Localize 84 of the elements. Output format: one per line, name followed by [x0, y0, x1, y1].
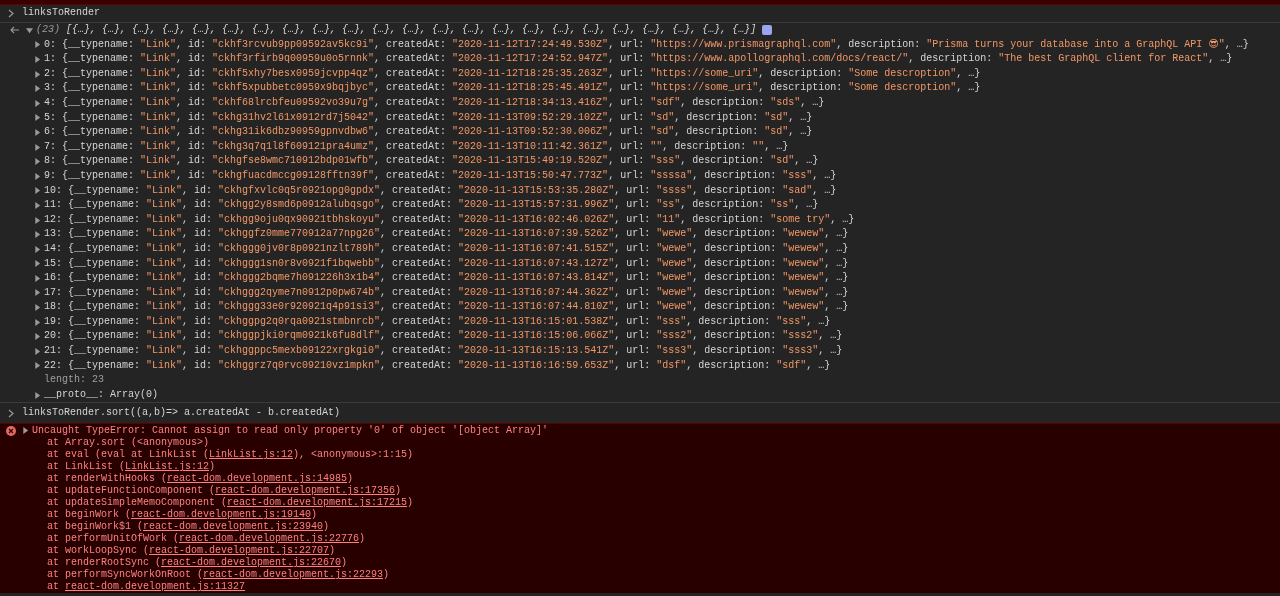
collapsed-triangle-icon[interactable] [34, 318, 41, 326]
collapsed-triangle-icon[interactable] [34, 187, 41, 195]
stack-trace-line: at LinkList (LinkList.js:12) [47, 461, 216, 473]
source-link[interactable]: react-dom.development.js:22776 [179, 533, 360, 545]
array-item[interactable]: 4: {__typename: "Link", id: "ckhf68lrcbfeu09592vo39u7g", createdAt: "2020-11-12T18:34:13.416Z", url: "sdf", description: "sds", …} [44, 95, 825, 111]
collapsed-triangle-icon[interactable] [34, 289, 41, 297]
prompt-chevron-icon [8, 9, 14, 18]
collapsed-triangle-icon[interactable] [34, 260, 41, 268]
source-link[interactable]: react-dom.development.js:19140 [131, 509, 312, 521]
source-link[interactable]: react-dom.development.js:17356 [215, 485, 396, 497]
collapsed-triangle-icon[interactable] [34, 158, 41, 166]
stack-trace-line: at renderRootSync (react-dom.development.js:22670) [47, 557, 348, 569]
array-item[interactable]: 12: {__typename: "Link", id: "ckhgg9oju0qx90921tbhskoyu", createdAt: "2020-11-13T16:02:46.026Z", url: "11", description: "some try", …} [44, 212, 855, 228]
array-item[interactable]: 11: {__typename: "Link", id: "ckhgg2y8smd6p0912alubqsgo", createdAt: "2020-11-13T15:57:31.996Z", url: "ss", description: "ss", …} [44, 198, 819, 213]
stack-trace-line: at performUnitOfWork (react-dom.development.js:22776) [47, 533, 366, 545]
collapsed-triangle-icon[interactable] [34, 128, 41, 136]
source-link[interactable]: react-dom.development.js:17215 [227, 497, 408, 509]
array-item[interactable]: 20: {__typename: "Link", id: "ckhggpjki0rqm0921k6fu8dlf", createdAt: "2020-11-13T16:15:06.066Z", url: "sss2", description: "sss2", …} [44, 329, 843, 345]
collapsed-triangle-icon[interactable] [34, 41, 41, 49]
info-icon [762, 25, 773, 36]
collapsed-triangle-icon[interactable] [34, 114, 41, 122]
source-link[interactable]: react-dom.development.js:11327 [65, 581, 246, 593]
stack-trace-line: at Array.sort (<anonymous>) [47, 437, 210, 449]
collapsed-triangle-icon[interactable] [34, 172, 41, 180]
error-message: Uncaught TypeError: Cannot assign to read only property '0' of object '[object Array]' [32, 424, 549, 437]
array-item[interactable]: 18: {__typename: "Link", id: "ckhggg33e0r920921q4p91si3", createdAt: "2020-11-13T16:07:44.810Z", url: "wewe", description: "wewew", …} [44, 300, 849, 315]
array-item[interactable]: 21: {__typename: "Link", id: "ckhggppc5mexb09122xrgkgi0", createdAt: "2020-11-13T16:15:13.541Z", url: "sss3", description: "sss3", …} [44, 344, 843, 359]
collapsed-triangle-icon[interactable] [34, 245, 41, 253]
collapsed-triangle-icon[interactable] [34, 304, 41, 312]
array-item[interactable]: 9: {__typename: "Link", id: "ckhgfuacdmccg09128fftn39f", createdAt: "2020-11-13T15:50:47.773Z", url: "ssssa", description: "sss", …} [44, 168, 837, 184]
array-item[interactable]: 2: {__typename: "Link", id: "ckhf5xhy7besx0959jcvpp4qz", createdAt: "2020-11-12T18:25:35.263Z", url: "https://some_uri", description: "Some descroption", …} [44, 66, 981, 82]
array-item[interactable]: 10: {__typename: "Link", id: "ckhgfxvlc0q5r0921opg0gpdx", createdAt: "2020-11-13T15:53:35.280Z", url: "ssss", description: "sad", …} [44, 183, 837, 199]
array-item[interactable]: 15: {__typename: "Link", id: "ckhggg1sn0r8v0921f1bqwebb", createdAt: "2020-11-13T16:07:43.127Z", url: "wewe", description: "wewew", …} [44, 256, 849, 272]
collapsed-triangle-icon[interactable] [34, 333, 41, 341]
source-link[interactable]: react-dom.development.js:22670 [161, 557, 342, 569]
array-item[interactable]: 17: {__typename: "Link", id: "ckhggg2qyme7n0912p0pw674b", createdAt: "2020-11-13T16:07:44.362Z", url: "wewe", description: "wewew", …} [44, 285, 849, 301]
collapsed-triangle-icon[interactable] [22, 427, 29, 435]
source-link[interactable]: react-dom.development.js:22293 [203, 569, 384, 581]
array-item[interactable]: 7: {__typename: "Link", id: "ckhg3q7q1l8f609121pra4umz", createdAt: "2020-11-13T10:11:42.361Z", url: "", description: "", …} [44, 139, 789, 155]
array-item[interactable]: 0: {__typename: "Link", id: "ckhf3rcvub9pp09592av5kc9i", createdAt: "2020-11-12T17:24:49.530Z", url: "https://www.prismagraphql.com", description: "Prisma turns your database into a GraphQL API 😎", …} [44, 37, 1249, 53]
array-item[interactable]: 6: {__typename: "Link", id: "ckhg31ik6dbz90959gpnvdbw6", createdAt: "2020-11-13T09:52:30.006Z", url: "sd", description: "sd", …} [44, 125, 813, 140]
source-link[interactable]: react-dom.development.js:22707 [149, 545, 330, 557]
command-text: linksToRender [22, 6, 100, 21]
collapsed-triangle-icon[interactable] [34, 216, 41, 224]
collapsed-triangle-icon[interactable] [34, 85, 41, 93]
stack-trace-line: at beginWork (react-dom.development.js:19140) [47, 509, 318, 521]
command-text: linksToRender.sort((a,b)=> a.createdAt - b.createdAt) [22, 406, 341, 421]
array-item[interactable]: 13: {__typename: "Link", id: "ckhggfz0mme770912a77npg26", createdAt: "2020-11-13T16:07:39.526Z", url: "wewe", description: "wewew", …} [44, 227, 849, 242]
expanded-triangle-icon[interactable] [26, 26, 33, 34]
stack-trace-line: at performSyncWorkOnRoot (react-dom.development.js:22293) [47, 569, 390, 581]
array-item[interactable]: 19: {__typename: "Link", id: "ckhggpg2q0rqa0921stmbnrcb", createdAt: "2020-11-13T16:15:01.538Z", url: "sss", description: "sss", …} [44, 314, 831, 330]
stack-trace-line: at eval (eval at LinkList (LinkList.js:12), <anonymous>:1:15) [47, 449, 414, 461]
stack-trace-line: at updateSimpleMemoComponent (react-dom.development.js:17215) [47, 497, 414, 509]
collapsed-triangle-icon[interactable] [34, 362, 41, 370]
stack-trace-line: at updateFunctionComponent (react-dom.development.js:17356) [47, 485, 402, 497]
array-item[interactable]: 14: {__typename: "Link", id: "ckhggg0jv0r8p0921nzlt789h", createdAt: "2020-11-13T16:07:41.515Z", url: "wewe", description: "wewew", …} [44, 241, 849, 257]
array-item[interactable]: 3: {__typename: "Link", id: "ckhf5xpubbetc0959x9bqjbyc", createdAt: "2020-11-12T18:25:45.491Z", url: "https://some_uri", description: "Some descroption", …} [44, 81, 981, 96]
collapsed-triangle-icon[interactable] [34, 56, 41, 63]
collapsed-triangle-icon[interactable] [34, 274, 41, 282]
array-item[interactable]: 5: {__typename: "Link", id: "ckhg31hv2l61x0912rd7j5042", createdAt: "2020-11-13T09:52:29.102Z", url: "sd", description: "sd", …} [44, 110, 813, 126]
source-link[interactable]: react-dom.development.js:14985 [167, 473, 348, 485]
collapsed-triangle-icon[interactable] [34, 143, 41, 151]
stack-trace-line: at renderWithHooks (react-dom.development.js:14985) [47, 473, 354, 485]
collapsed-triangle-icon[interactable] [34, 347, 41, 355]
collapsed-triangle-icon[interactable] [34, 201, 41, 209]
array-length: length: 23 [44, 373, 104, 388]
array-item[interactable]: 16: {__typename: "Link", id: "ckhggg2bqme7h091226h3x1b4", createdAt: "2020-11-13T16:07:43.814Z", url: "wewe", description: "wewew", …} [44, 271, 849, 286]
collapsed-triangle-icon[interactable] [34, 70, 41, 78]
stack-trace-line: at beginWork$1 (react-dom.development.js:23940) [47, 521, 330, 533]
array-prototype[interactable]: __proto__: Array(0) [44, 387, 159, 403]
source-link[interactable]: react-dom.development.js:23940 [143, 521, 324, 533]
stack-trace-line: at workLoopSync (react-dom.development.js:22707) [47, 545, 336, 557]
array-item[interactable]: 1: {__typename: "Link", id: "ckhf3rfirb9q00959u0o5rnnk", createdAt: "2020-11-12T17:24:52.947Z", url: "https://www.apollographql.com/docs/react/", description: "The best GraphQL client for React", …} [44, 52, 1233, 67]
source-link[interactable]: LinkList.js:12 [209, 449, 294, 461]
array-item[interactable]: 22: {__typename: "Link", id: "ckhggrz7q0rvc09210vz1mpkn", createdAt: "2020-11-13T16:16:59.653Z", url: "dsf", description: "sdf", …} [44, 358, 831, 374]
array-preview[interactable]: (23) [{…}, {…}, {…}, {…}, {…}, {…}, {…}, {…}, {…}, {…}, {…}, {…}, {…}, {…}, {…}, {…}, {…}, {…}, {…}, {…}, {…}, {…}, {…}] [36, 23, 757, 38]
collapsed-triangle-icon[interactable] [34, 99, 41, 107]
source-link[interactable]: LinkList.js:12 [125, 461, 210, 473]
collapsed-triangle-icon[interactable] [34, 391, 41, 399]
collapsed-triangle-icon[interactable] [34, 231, 41, 239]
return-arrow-icon [10, 26, 20, 35]
stack-trace-line: at react-dom.development.js:11327 [47, 581, 246, 594]
prompt-chevron-icon [8, 408, 14, 418]
array-item[interactable]: 8: {__typename: "Link", id: "ckhgfse8wmc710912bdp01wfb", createdAt: "2020-11-13T15:49:19.520Z", url: "sss", description: "sd", …} [44, 154, 819, 169]
